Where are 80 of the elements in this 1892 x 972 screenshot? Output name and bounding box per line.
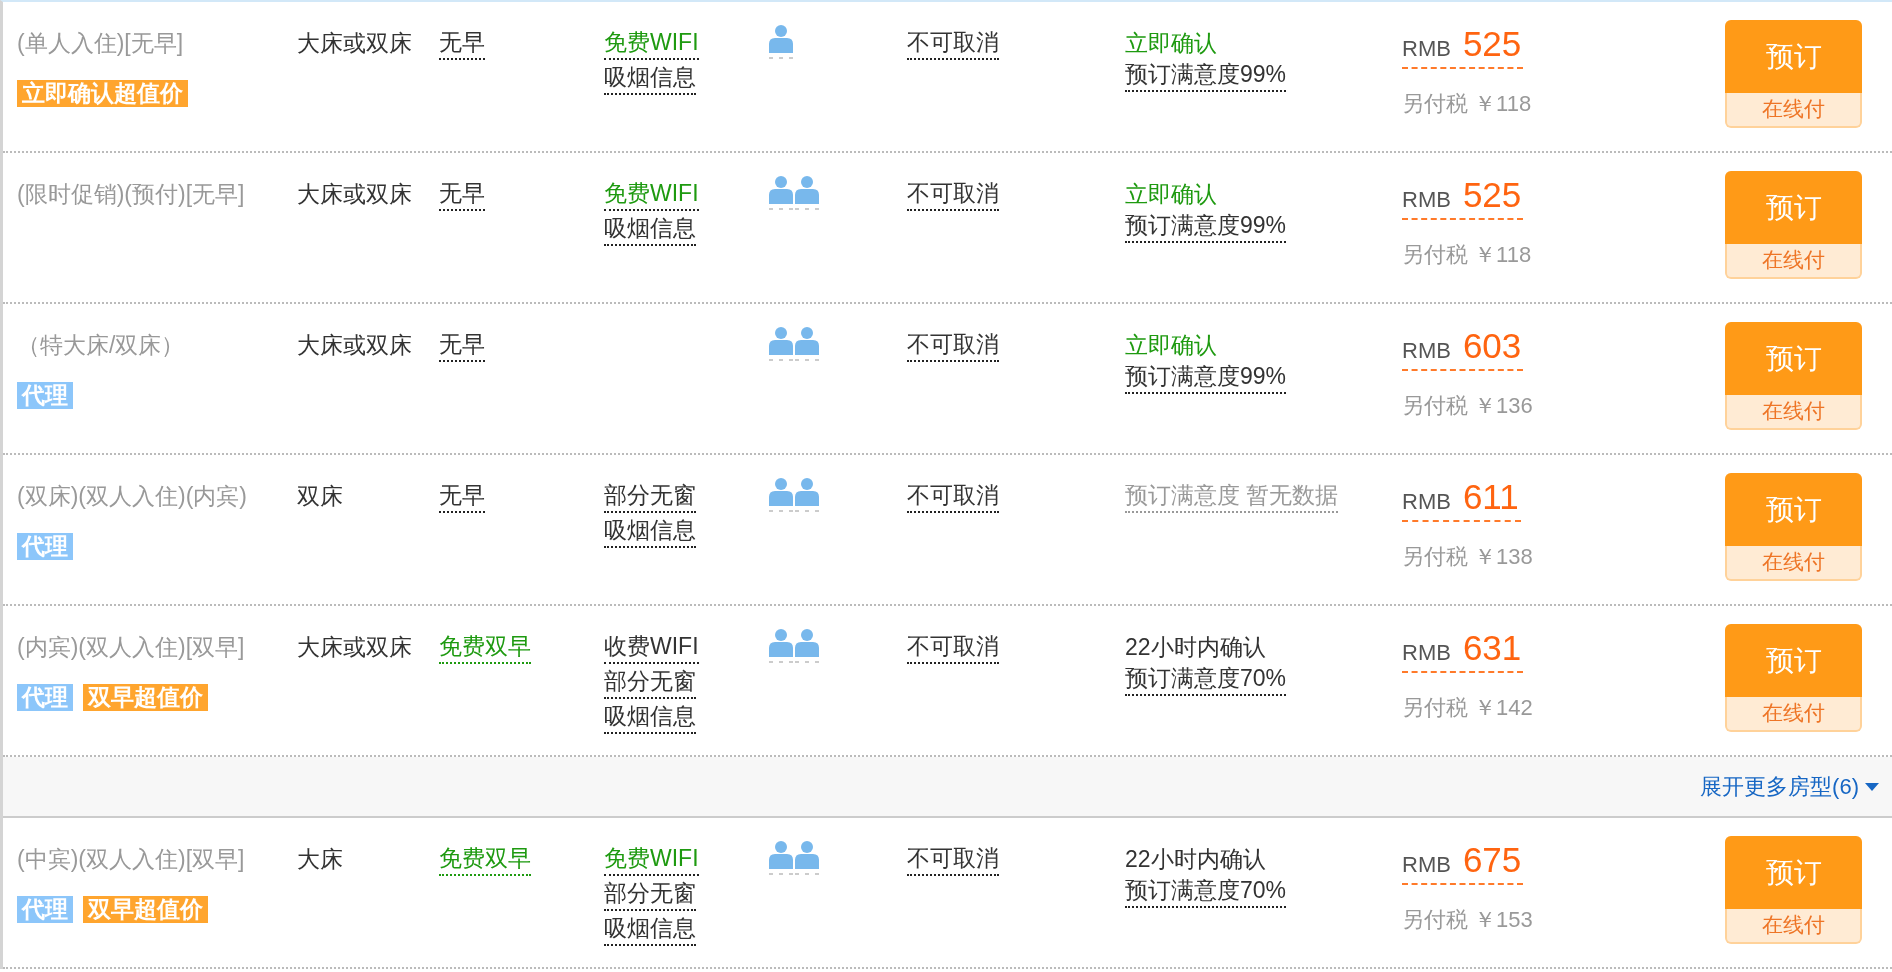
room-name: (双床)(双人入住)(内宾)	[17, 482, 247, 511]
facility-item: 吸烟信息	[604, 913, 696, 946]
bed-type: 大床或双床	[297, 29, 412, 58]
cancellation-policy: 不可取消	[907, 178, 999, 211]
room-name: (单人入住)[无早]	[17, 29, 184, 58]
cancellation-policy: 不可取消	[907, 631, 999, 664]
currency-label: RMB	[1402, 186, 1451, 214]
room-name: (中宾)(双人入住)[双早]	[17, 845, 245, 874]
offer-tag: 双早超值价	[83, 896, 208, 923]
facility-item: 部分无窗	[604, 480, 696, 513]
cancellation-policy: 不可取消	[907, 329, 999, 362]
breakfast-info: 免费双早	[439, 631, 531, 664]
confirmation-info: 预订满意度70%	[1125, 875, 1287, 908]
facility-item: 部分无窗	[604, 666, 696, 699]
facility-item: 收费WIFI	[604, 631, 699, 664]
offer-tag: 代理	[17, 533, 73, 560]
cancellation-policy: 不可取消	[907, 27, 999, 60]
breakfast-info: 无早	[439, 27, 485, 60]
facility-item: 免费WIFI	[604, 27, 699, 60]
price-amount: 611	[1462, 476, 1519, 518]
bed-type: 大床或双床	[297, 331, 412, 360]
tax-note: 另付税 ￥118	[1402, 241, 1532, 269]
confirmation-info: 预订满意度 暂无数据	[1125, 480, 1339, 513]
tax-note: 另付税 ￥118	[1402, 90, 1532, 118]
currency-label: RMB	[1402, 337, 1451, 365]
bed-type: 大床	[297, 845, 343, 874]
price-amount: 675	[1462, 839, 1522, 881]
bed-type: 大床或双床	[297, 633, 412, 662]
currency-label: RMB	[1402, 35, 1451, 63]
bed-type: 大床或双床	[297, 180, 412, 209]
facility-item: 免费WIFI	[604, 843, 699, 876]
price-amount: 631	[1462, 627, 1522, 669]
expand-more-link[interactable]: 展开更多房型(6)	[1700, 771, 1879, 802]
tax-note: 另付税 ￥153	[1402, 906, 1533, 934]
breakfast-info: 无早	[439, 480, 485, 513]
room-name: (限时促销)(预付)[无早]	[17, 180, 245, 209]
book-button[interactable]: 预订 在线付	[1725, 473, 1862, 581]
offer-tag: 代理	[17, 382, 73, 409]
confirmation-info: 预订满意度99%	[1125, 59, 1287, 92]
cancellation-policy: 不可取消	[907, 480, 999, 513]
confirmation-info: 立即确认	[1125, 331, 1217, 360]
offer-tag: 代理	[17, 896, 73, 923]
currency-label: RMB	[1402, 851, 1451, 879]
confirmation-info: 预订满意度70%	[1125, 663, 1287, 696]
bed-type: 双床	[297, 482, 343, 511]
price-amount: 525	[1462, 174, 1522, 216]
confirmation-info: 预订满意度99%	[1125, 361, 1287, 394]
book-button[interactable]: 预订 在线付	[1725, 322, 1862, 430]
book-button[interactable]: 预订 在线付	[1725, 171, 1862, 279]
facility-item: 免费WIFI	[604, 178, 699, 211]
tax-note: 另付税 ￥142	[1402, 694, 1533, 722]
offer-tag: 双早超值价	[83, 684, 208, 711]
price-amount: 603	[1462, 325, 1522, 367]
offer-tag: 立即确认超值价	[17, 80, 188, 107]
confirmation-info: 22小时内确认	[1125, 845, 1266, 874]
facility-item: 吸烟信息	[604, 515, 696, 548]
offer-tag: 代理	[17, 684, 73, 711]
book-button[interactable]: 预订 在线付	[1725, 624, 1862, 732]
confirmation-info: 22小时内确认	[1125, 633, 1266, 662]
book-button[interactable]: 预订 在线付	[1725, 836, 1862, 944]
breakfast-info: 免费双早	[439, 843, 531, 876]
breakfast-info: 无早	[439, 329, 485, 362]
confirmation-info: 立即确认	[1125, 29, 1217, 58]
facility-item: 吸烟信息	[604, 701, 696, 734]
tax-note: 另付税 ￥136	[1402, 392, 1533, 420]
facility-item: 吸烟信息	[604, 213, 696, 246]
price-amount: 525	[1462, 23, 1522, 65]
facility-item: 吸烟信息	[604, 62, 696, 95]
breakfast-info: 无早	[439, 178, 485, 211]
currency-label: RMB	[1402, 639, 1451, 667]
currency-label: RMB	[1402, 488, 1451, 516]
cancellation-policy: 不可取消	[907, 843, 999, 876]
tax-note: 另付税 ￥138	[1402, 543, 1533, 571]
confirmation-info: 预订满意度99%	[1125, 210, 1287, 243]
room-name: (内宾)(双人入住)[双早]	[17, 633, 245, 662]
confirmation-info: 立即确认	[1125, 180, 1217, 209]
caret-down-icon	[1865, 782, 1879, 791]
facility-item: 部分无窗	[604, 878, 696, 911]
room-name: （特大床/双床）	[17, 331, 185, 360]
book-button[interactable]: 预订 在线付	[1725, 20, 1862, 128]
